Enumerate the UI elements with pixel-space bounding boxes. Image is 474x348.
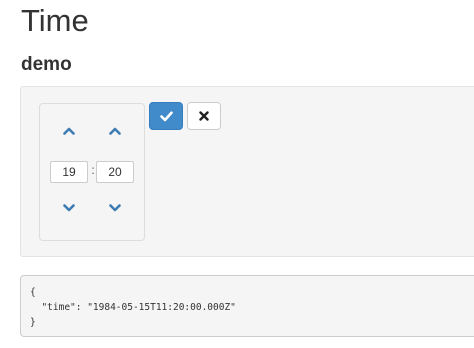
minutes-decrement-button[interactable] bbox=[105, 200, 125, 216]
minutes-increment-button[interactable] bbox=[105, 123, 125, 139]
section-title: demo bbox=[21, 54, 72, 75]
chevron-down-icon bbox=[109, 204, 121, 212]
chevron-down-icon bbox=[63, 204, 75, 212]
hours-decrement-button[interactable] bbox=[59, 200, 79, 216]
confirm-button[interactable] bbox=[149, 102, 183, 130]
close-icon bbox=[199, 111, 209, 121]
chevron-up-icon bbox=[63, 127, 75, 135]
minutes-input[interactable] bbox=[96, 161, 134, 183]
hours-input[interactable] bbox=[50, 161, 88, 183]
code-line: { bbox=[30, 287, 36, 298]
page-title: Time bbox=[21, 3, 89, 38]
check-icon bbox=[159, 110, 173, 121]
code-line: } bbox=[30, 317, 36, 328]
code-line: "time": "1984-05-15T11:20:00.000Z" bbox=[30, 302, 236, 313]
chevron-up-icon bbox=[109, 127, 121, 135]
time-picker: : bbox=[39, 103, 145, 241]
hours-increment-button[interactable] bbox=[59, 123, 79, 139]
model-output: { "time": "1984-05-15T11:20:00.000Z"} bbox=[20, 275, 474, 337]
cancel-button[interactable] bbox=[187, 102, 221, 130]
demo-well: : bbox=[20, 86, 474, 257]
